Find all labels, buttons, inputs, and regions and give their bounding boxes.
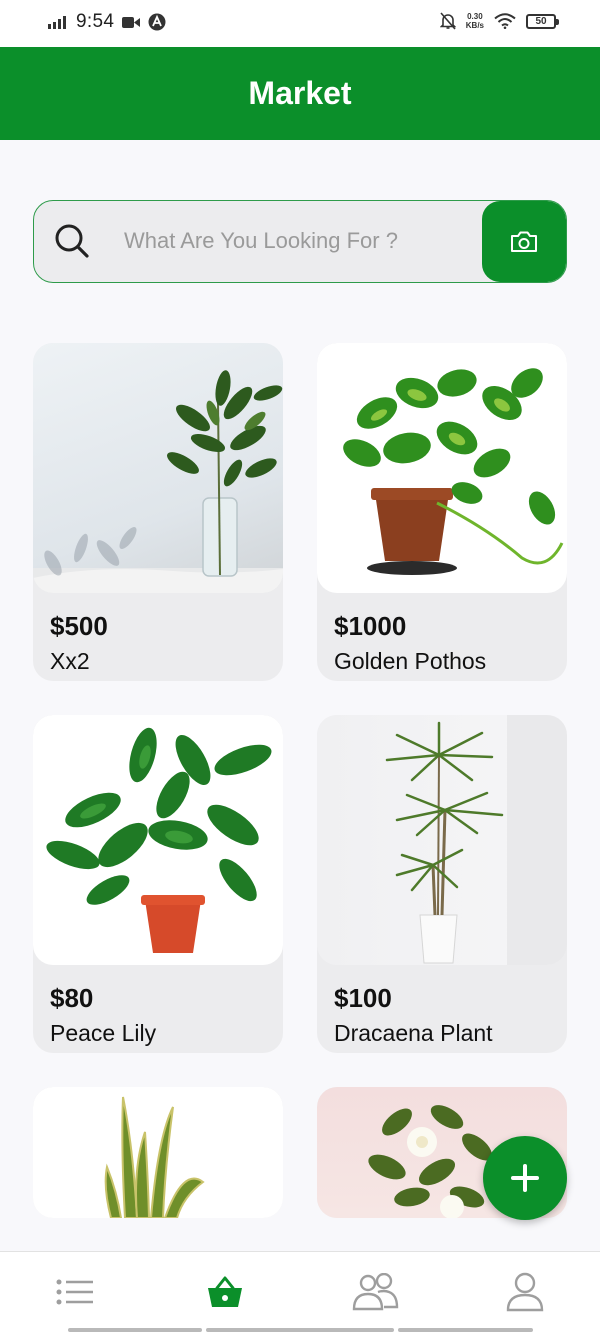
product-image [317,343,567,593]
product-price: $80 [50,983,94,1013]
video-icon [122,16,141,28]
camera-search-button[interactable] [482,201,566,282]
signal-icon [48,16,66,29]
status-bar: 9:54 0.30 KB/s 50 [0,0,600,47]
bottom-navigation [0,1251,600,1333]
battery-icon: 50 [526,13,559,29]
product-card[interactable] [33,1087,283,1218]
list-icon [56,1279,93,1305]
nav-item-community[interactable] [345,1270,405,1314]
basket-icon [208,1276,242,1307]
app-bar: Market [0,47,600,140]
search-icon[interactable] [54,223,90,259]
status-left: 9:54 [48,11,166,33]
product-image [33,715,283,965]
product-name: Xx2 [50,648,90,674]
wifi-icon [494,13,516,29]
nav-item-profile[interactable] [495,1270,555,1314]
network-speed-value: 0.30 [467,12,483,21]
mute-notifications-icon [439,12,456,30]
battery-level: 50 [535,15,547,27]
add-product-button[interactable] [483,1136,567,1220]
camera-icon [511,231,537,252]
product-card[interactable]: $1000 Golden Pothos [317,343,567,681]
app-notification-icon [148,13,166,31]
product-name: Peace Lily [50,1020,157,1046]
plus-icon [511,1164,539,1192]
status-right: 0.30 KB/s 50 [439,12,559,30]
status-time: 9:54 [76,11,115,32]
product-price: $1000 [334,611,407,641]
network-speed: 0.30 KB/s [466,12,484,30]
product-name: Dracaena Plant [334,1020,493,1046]
product-price: $500 [50,611,108,641]
nav-item-list[interactable] [45,1270,105,1314]
search-input[interactable] [124,201,484,281]
product-name: Golden Pothos [334,648,487,674]
product-image [317,715,567,965]
nav-item-market[interactable] [195,1270,255,1314]
product-image [33,1087,283,1218]
product-card[interactable]: $100 Dracaena Plant [317,715,567,1053]
nav-indicator [68,1328,202,1332]
product-card[interactable]: $500 Xx2 [33,343,283,681]
page-title: Market [248,75,352,111]
nav-indicator [206,1328,394,1332]
nav-indicator [398,1328,533,1332]
network-speed-unit: KB/s [465,21,484,30]
users-icon [352,1273,399,1311]
product-image [33,343,283,593]
search-bar[interactable] [33,200,567,283]
product-price: $100 [334,983,392,1013]
product-card[interactable]: $80 Peace Lily [33,715,283,1053]
profile-icon [506,1272,544,1312]
